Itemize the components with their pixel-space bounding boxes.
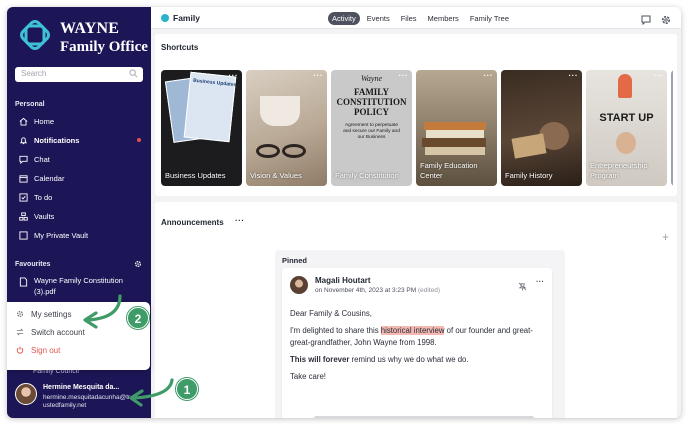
arrow-1 bbox=[132, 378, 174, 400]
annotation-badge-2: 2 bbox=[127, 307, 149, 329]
annotation-arrows bbox=[83, 294, 174, 407]
annotation-badge-1: 1 bbox=[176, 378, 198, 400]
